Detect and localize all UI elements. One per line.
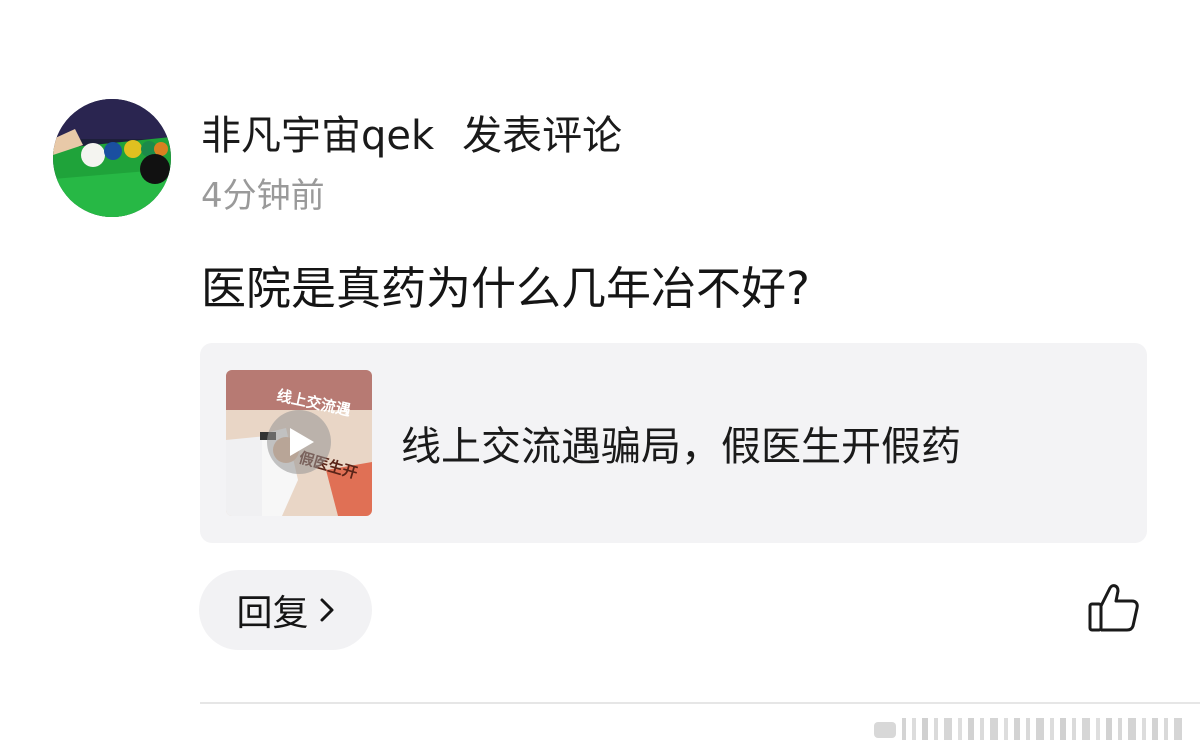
timestamp: 4分钟前 bbox=[201, 176, 325, 216]
reply-button[interactable]: 回复 bbox=[199, 570, 372, 650]
video-thumbnail[interactable]: 线上交流遇 假医生开 bbox=[226, 370, 372, 516]
play-icon bbox=[267, 410, 331, 474]
linked-video-card[interactable]: 线上交流遇 假医生开 线上交流遇骗局，假医生开假药 bbox=[200, 343, 1147, 543]
comment-text: 医院是真药为什么几年冶不好? bbox=[201, 262, 810, 315]
divider bbox=[200, 702, 1200, 704]
thumbs-up-icon[interactable] bbox=[1086, 582, 1142, 634]
video-title: 线上交流遇骗局，假医生开假药 bbox=[401, 424, 961, 470]
avatar[interactable] bbox=[53, 99, 171, 217]
comment-header: 非凡宇宙qek 发表评论 bbox=[201, 104, 622, 160]
watermark-bar bbox=[874, 714, 1186, 744]
chevron-right-icon bbox=[319, 597, 335, 623]
comment-action-label: 发表评论 bbox=[462, 113, 623, 159]
reply-label: 回复 bbox=[236, 593, 309, 634]
username[interactable]: 非凡宇宙qek bbox=[201, 103, 434, 161]
